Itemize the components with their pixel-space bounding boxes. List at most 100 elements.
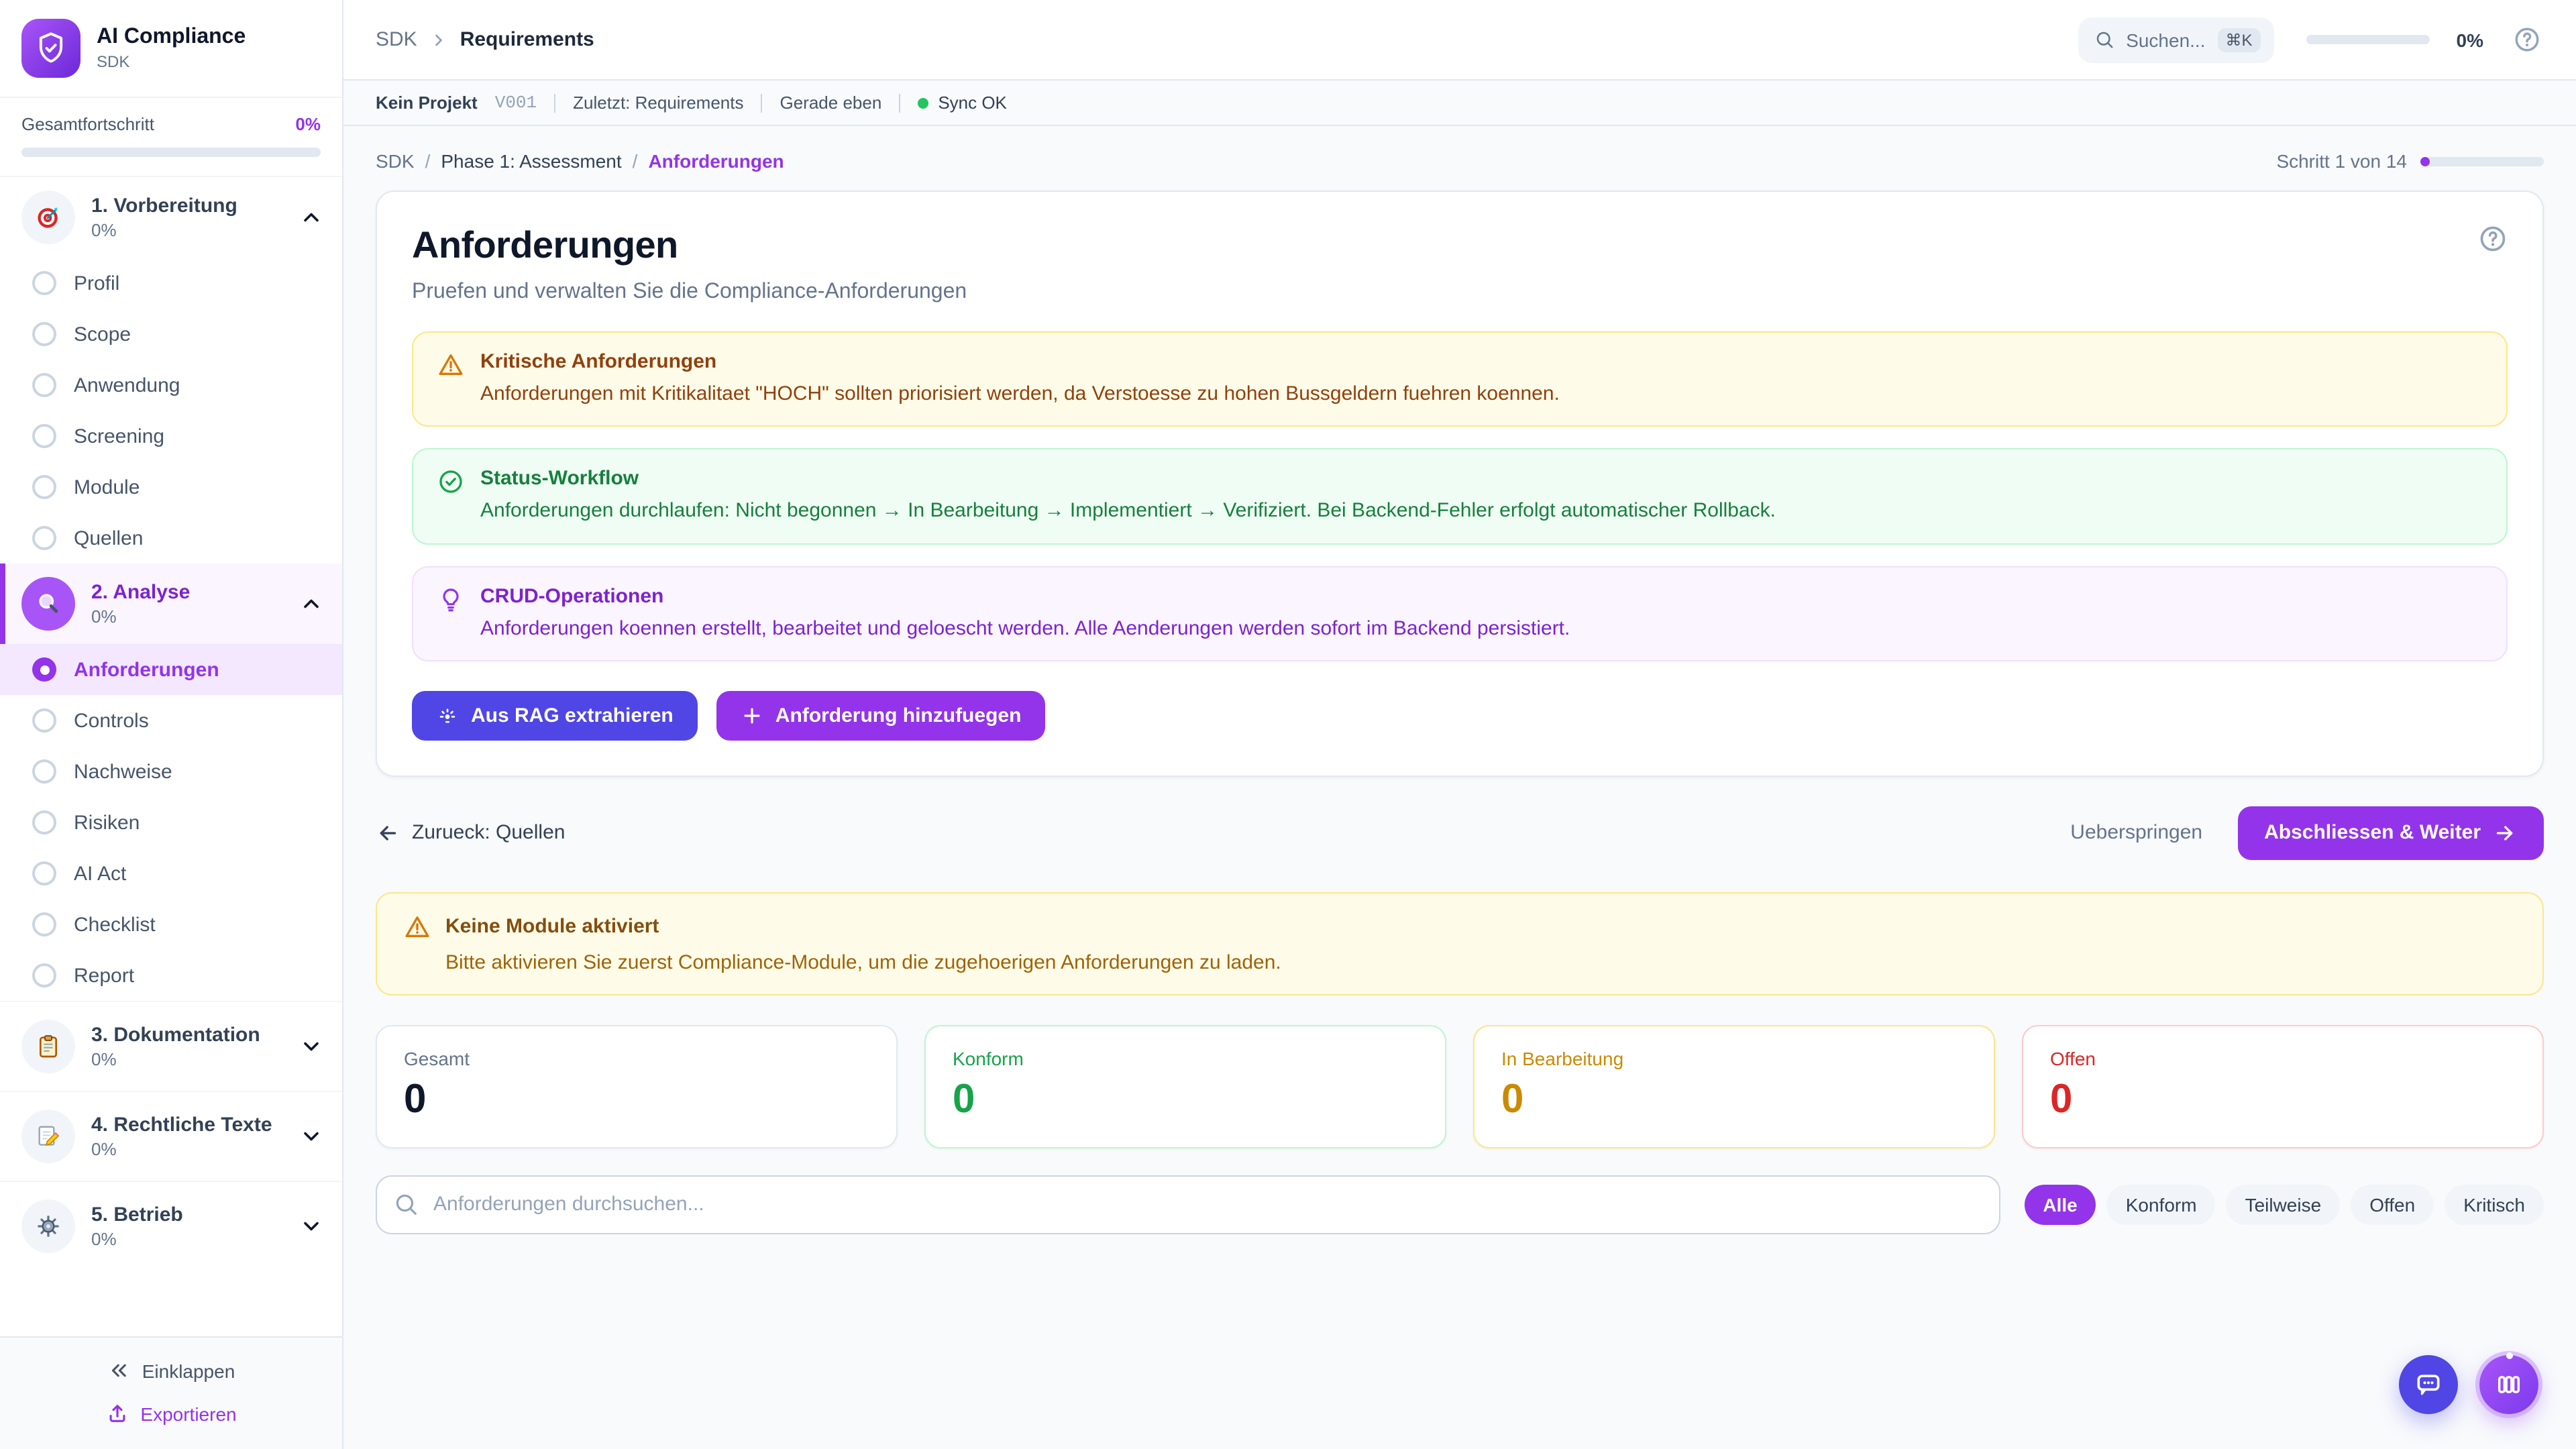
overall-progress-bar — [21, 148, 321, 157]
sidebar-item-checklist[interactable]: Checklist — [0, 899, 342, 950]
sync-ok-dot-icon — [918, 97, 928, 108]
target-icon — [21, 191, 75, 244]
sidebar-footer: Einklappen Exportieren — [0, 1336, 342, 1449]
sidebar-section-betrieb[interactable]: 5. Betrieb 0% — [0, 1181, 342, 1271]
sidebar-item-label: Anwendung — [74, 374, 180, 396]
filter-pill-offen[interactable]: Offen — [2351, 1185, 2434, 1225]
sidebar-item-label: Controls — [74, 709, 149, 732]
global-search-button[interactable]: Suchen... ⌘K — [2078, 17, 2273, 62]
chevron-down-icon — [299, 1214, 323, 1238]
note-status-workflow: Status-Workflow Anforderungen durchlaufe… — [412, 449, 2508, 545]
chat-fab-button[interactable] — [2399, 1355, 2458, 1414]
stat-card-gesamt: Gesamt 0 — [376, 1025, 898, 1148]
stat-card-konform: Konform 0 — [924, 1025, 1446, 1148]
stat-label: Gesamt — [404, 1048, 869, 1069]
sidebar-item-quellen[interactable]: Quellen — [0, 513, 342, 564]
filter-pill-kritisch[interactable]: Kritisch — [2445, 1185, 2544, 1225]
section-title: 5. Betrieb — [91, 1203, 283, 1226]
export-button[interactable]: Exportieren — [105, 1402, 236, 1425]
search-icon — [393, 1191, 419, 1217]
step-radio — [32, 373, 56, 397]
sidebar-section-vorbereitung[interactable]: 1. Vorbereitung 0% — [0, 177, 342, 258]
sidebar-section-dokumentation[interactable]: 3. Dokumentation 0% — [0, 1001, 342, 1091]
step-indicator: Schritt 1 von 14 — [2276, 150, 2544, 172]
divider — [761, 93, 763, 112]
sidebar-item-nachweise[interactable]: Nachweise — [0, 746, 342, 797]
sidebar-item-module[interactable]: Module — [0, 462, 342, 513]
step-radio-active — [32, 657, 56, 682]
stat-card-in-bearbeitung: In Bearbeitung 0 — [1473, 1025, 1995, 1148]
sidebar-item-report[interactable]: Report — [0, 950, 342, 1001]
header-breadcrumb: SDK Requirements — [376, 28, 2064, 51]
step-radio — [32, 861, 56, 885]
section-percent: 0% — [91, 1139, 283, 1159]
filter-pill-teilweise[interactable]: Teilweise — [2226, 1185, 2341, 1225]
sidebar-item-label: AI Act — [74, 862, 126, 885]
clipboard-icon — [21, 1020, 75, 1073]
sidebar-item-label: Quellen — [74, 527, 143, 549]
note-kritische-anforderungen: Kritische Anforderungen Anforderungen mi… — [412, 331, 2508, 427]
collapse-sidebar-button[interactable]: Einklappen — [107, 1359, 235, 1382]
skip-button[interactable]: Ueberspringen — [2070, 822, 2202, 845]
crumb-current: Anforderungen — [648, 150, 784, 172]
top-header: SDK Requirements Suchen... ⌘K 0% — [343, 0, 2576, 80]
step-radio — [32, 912, 56, 936]
idea-sparkle-icon — [436, 704, 459, 727]
step-radio — [32, 963, 56, 987]
sidebar-section-rechtliche-texte[interactable]: 4. Rechtliche Texte 0% — [0, 1091, 342, 1181]
double-chevron-left-icon — [107, 1359, 130, 1382]
extract-from-rag-button[interactable]: Aus RAG extrahieren — [412, 691, 698, 741]
question-circle-icon — [2478, 224, 2508, 254]
chevron-down-icon — [299, 1124, 323, 1148]
sidebar-item-controls[interactable]: Controls — [0, 695, 342, 746]
sidebar-item-label: Checklist — [74, 913, 156, 936]
no-modules-warning: Keine Module aktiviert Bitte aktivieren … — [376, 892, 2544, 996]
stat-card-offen: Offen 0 — [2022, 1025, 2544, 1148]
stats-row: Gesamt 0 Konform 0 In Bearbeitung 0 Offe… — [376, 1025, 2544, 1148]
sync-label: Sync OK — [938, 93, 1007, 113]
section-percent: 0% — [91, 1049, 283, 1069]
crumb-phase[interactable]: Phase 1: Assessment — [441, 150, 621, 172]
sidebar-item-label: Scope — [74, 323, 131, 345]
note-body: Anforderungen durchlaufen: Nicht begonne… — [480, 498, 1776, 526]
overall-progress-value: 0% — [295, 114, 321, 134]
step-radio — [32, 424, 56, 448]
sidebar-item-scope[interactable]: Scope — [0, 309, 342, 360]
filter-pill-konform[interactable]: Konform — [2107, 1185, 2216, 1225]
export-label: Exportieren — [140, 1403, 236, 1424]
section-percent: 0% — [91, 220, 283, 240]
back-label: Zurueck: Quellen — [412, 822, 565, 845]
memo-pencil-icon — [21, 1110, 75, 1163]
board-fab-button[interactable] — [2479, 1355, 2538, 1414]
version-badge: V001 — [495, 93, 537, 113]
sidebar-item-label: Risiken — [74, 811, 140, 834]
sync-status: Sync OK — [918, 93, 1007, 113]
crumb-separator: / — [425, 150, 431, 172]
crumb-sdk[interactable]: SDK — [376, 150, 415, 172]
add-requirement-button[interactable]: Anforderung hinzufuegen — [716, 691, 1046, 741]
sidebar-item-anforderungen[interactable]: Anforderungen — [0, 644, 342, 695]
filter-pill-alle[interactable]: Alle — [2024, 1185, 2096, 1225]
breadcrumb-root[interactable]: SDK — [376, 28, 417, 51]
sidebar-item-risiken[interactable]: Risiken — [0, 797, 342, 848]
plus-icon — [741, 704, 763, 727]
sidebar-item-screening[interactable]: Screening — [0, 411, 342, 462]
sidebar-item-label: Screening — [74, 425, 164, 447]
sidebar-section-analyse[interactable]: 2. Analyse 0% — [0, 564, 342, 644]
sidebar-item-ai-act[interactable]: AI Act — [0, 848, 342, 899]
check-circle-icon — [437, 469, 464, 526]
requirements-search-input[interactable] — [376, 1175, 2000, 1234]
sidebar-item-label: Nachweise — [74, 760, 172, 783]
sidebar-item-label: Profil — [74, 272, 119, 294]
search-shortcut-badge: ⌘K — [2218, 28, 2261, 52]
note-title: Status-Workflow — [480, 468, 1776, 490]
sidebar-item-label: Anforderungen — [74, 658, 219, 681]
card-help-button[interactable] — [2478, 224, 2508, 254]
help-button[interactable] — [2513, 25, 2541, 54]
project-status: Kein Projekt — [376, 93, 478, 113]
sidebar-item-anwendung[interactable]: Anwendung — [0, 360, 342, 411]
sidebar-item-profil[interactable]: Profil — [0, 258, 342, 309]
breadcrumb-current: Requirements — [460, 28, 594, 51]
complete-and-next-button[interactable]: Abschliessen & Weiter — [2237, 806, 2544, 860]
back-button[interactable]: Zurueck: Quellen — [376, 821, 565, 845]
